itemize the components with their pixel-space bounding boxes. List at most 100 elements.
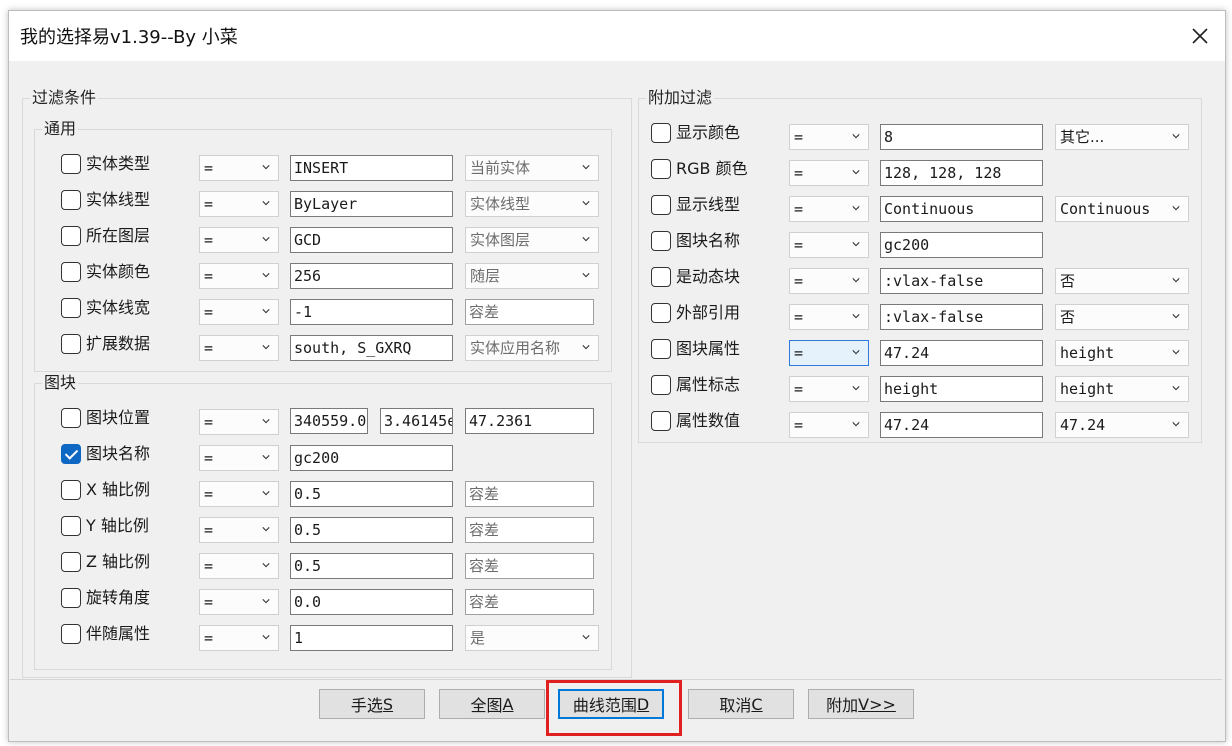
- general-row-0-value-field[interactable]: INSERT: [290, 155, 453, 181]
- block-row-1-option-field[interactable]: 容差: [465, 481, 594, 507]
- extra-row-8-checkbox[interactable]: [651, 411, 671, 431]
- general-row-0-checkbox[interactable]: [61, 154, 81, 174]
- block-row-5-checkbox[interactable]: [61, 624, 81, 644]
- extra-row-8-value-field[interactable]: 47.24: [880, 412, 1043, 438]
- extra-row-6-op-combo[interactable]: =: [789, 340, 869, 366]
- manual-select-button[interactable]: 手选 S: [319, 689, 425, 719]
- extra-row-6-value-field[interactable]: 47.24: [880, 340, 1043, 366]
- extra-row-3-value-field[interactable]: gc200: [880, 232, 1043, 258]
- general-row-1-checkbox[interactable]: [61, 190, 81, 210]
- extra-row-2-checkbox[interactable]: [651, 195, 671, 215]
- block-row-1-checkbox[interactable]: [61, 480, 81, 500]
- block-row-5-op-combo[interactable]: =: [199, 625, 279, 651]
- general-row-5-op-combo[interactable]: =: [199, 335, 279, 361]
- extra-row-2-option-combo[interactable]: Continuous: [1055, 196, 1189, 222]
- block-position-checkbox[interactable]: [61, 408, 81, 428]
- general-row-1-op-combo[interactable]: =: [199, 191, 279, 217]
- general-row-1-value-field[interactable]: ByLayer: [290, 191, 453, 217]
- extra-row-8-option-combo[interactable]: 47.24: [1055, 412, 1189, 438]
- general-row-2-checkbox[interactable]: [61, 226, 81, 246]
- chevron-down-icon: [262, 309, 270, 314]
- block-row-2-option-field-value: 容差: [469, 521, 500, 539]
- block-row-2-option-field[interactable]: 容差: [465, 517, 594, 543]
- block-row-3-checkbox[interactable]: [61, 552, 81, 572]
- block-row-0-value-field[interactable]: gc200: [290, 445, 453, 471]
- extra-row-4-value-field[interactable]: :vlax-false: [880, 268, 1043, 294]
- extra-row-2-op-combo[interactable]: =: [789, 196, 869, 222]
- general-row-5-option-combo[interactable]: 实体应用名称: [465, 335, 599, 361]
- general-row-1-option-combo[interactable]: 实体线型: [465, 191, 599, 217]
- block-row-5-option-combo[interactable]: 是: [465, 625, 599, 651]
- general-row-4-option-field[interactable]: 容差: [465, 299, 594, 325]
- extra-row-0-value-field[interactable]: 8: [880, 124, 1043, 150]
- block-row-3-option-field[interactable]: 容差: [465, 553, 594, 579]
- extra-row-8-op-combo[interactable]: =: [789, 412, 869, 438]
- extra-row-5-value-field[interactable]: :vlax-false: [880, 304, 1043, 330]
- extra-row-0-option-combo[interactable]: 其它...: [1055, 124, 1189, 150]
- general-row-2-option-combo[interactable]: 实体图层: [465, 227, 599, 253]
- curve-range-button[interactable]: 曲线范围 D: [558, 689, 664, 719]
- extra-row-4-op-combo[interactable]: =: [789, 268, 869, 294]
- extra-row-4-option-combo[interactable]: 否: [1055, 268, 1189, 294]
- general-row-3-option-combo[interactable]: 随层: [465, 263, 599, 289]
- block-row-2-value-field[interactable]: 0.5: [290, 517, 453, 543]
- general-row-4-value-field[interactable]: -1: [290, 299, 453, 325]
- extra-row-0-op-combo[interactable]: =: [789, 124, 869, 150]
- block-row-0-op-combo[interactable]: =: [199, 445, 279, 471]
- chevron-down-icon: [852, 386, 860, 391]
- general-row-0-op-combo[interactable]: =: [199, 155, 279, 181]
- general-row-0-option-combo[interactable]: 当前实体: [465, 155, 599, 181]
- block-row-2-op-combo[interactable]: =: [199, 517, 279, 543]
- close-button[interactable]: [1175, 11, 1225, 61]
- general-row-2-op-combo[interactable]: =: [199, 227, 279, 253]
- extra-row-6-checkbox[interactable]: [651, 339, 671, 359]
- general-row-2-value-field[interactable]: GCD: [290, 227, 453, 253]
- extra-row-7-checkbox[interactable]: [651, 375, 671, 395]
- extra-row-0-checkbox[interactable]: [651, 123, 671, 143]
- block-row-1-value-field[interactable]: 0.5: [290, 481, 453, 507]
- general-row-3-value-field[interactable]: 256: [290, 263, 453, 289]
- block-position-y-field[interactable]: 3.46145e: [380, 408, 453, 434]
- block-row-5-value-field[interactable]: 1: [290, 625, 453, 651]
- extra-button[interactable]: 附加 V>>: [808, 689, 914, 719]
- block-position-op-combo[interactable]: =: [199, 409, 279, 435]
- cancel-button[interactable]: 取消 C: [688, 689, 794, 719]
- general-row-4-checkbox[interactable]: [61, 298, 81, 318]
- general-row-4-op-combo[interactable]: =: [199, 299, 279, 325]
- block-row-1-op-combo[interactable]: =: [199, 481, 279, 507]
- block-row-3-option-field-value: 容差: [469, 557, 500, 575]
- block-row-3-op-combo[interactable]: =: [199, 553, 279, 579]
- block-row-4-value-field[interactable]: 0.0: [290, 589, 453, 615]
- block-label: 图块: [42, 373, 79, 393]
- general-row-5-checkbox[interactable]: [61, 334, 81, 354]
- block-position-z-field[interactable]: 47.2361: [465, 408, 594, 434]
- extra-row-6-option-combo[interactable]: height: [1055, 340, 1189, 366]
- general-row-4-option-field-value: 容差: [469, 303, 500, 321]
- chevron-down-icon: [852, 422, 860, 427]
- extra-row-4-checkbox[interactable]: [651, 267, 671, 287]
- extra-row-1-op-combo[interactable]: =: [789, 160, 869, 186]
- extra-row-5-checkbox[interactable]: [651, 303, 671, 323]
- general-row-3-op-combo[interactable]: =: [199, 263, 279, 289]
- extra-row-7-value-field[interactable]: height: [880, 376, 1043, 402]
- extra-row-5-option-combo[interactable]: 否: [1055, 304, 1189, 330]
- block-row-0-checkbox[interactable]: [61, 444, 81, 464]
- block-position-x-field[interactable]: 340559.0: [290, 408, 368, 434]
- block-row-4-option-field[interactable]: 容差: [465, 589, 594, 615]
- extra-row-7-option-combo[interactable]: height: [1055, 376, 1189, 402]
- block-row-1-option-field-value: 容差: [469, 485, 500, 503]
- whole-drawing-button[interactable]: 全图 A: [439, 689, 545, 719]
- extra-row-1-checkbox[interactable]: [651, 159, 671, 179]
- extra-row-3-op-combo[interactable]: =: [789, 232, 869, 258]
- block-row-4-op-combo[interactable]: =: [199, 589, 279, 615]
- extra-row-1-value-field[interactable]: 128, 128, 128: [880, 160, 1043, 186]
- extra-row-7-op-combo[interactable]: =: [789, 376, 869, 402]
- general-row-5-value-field[interactable]: south, S_GXRQ: [290, 335, 453, 361]
- block-row-2-checkbox[interactable]: [61, 516, 81, 536]
- extra-row-3-checkbox[interactable]: [651, 231, 671, 251]
- extra-row-5-op-combo[interactable]: =: [789, 304, 869, 330]
- block-row-4-checkbox[interactable]: [61, 588, 81, 608]
- block-row-3-value-field[interactable]: 0.5: [290, 553, 453, 579]
- extra-row-2-value-field[interactable]: Continuous: [880, 196, 1043, 222]
- general-row-3-checkbox[interactable]: [61, 262, 81, 282]
